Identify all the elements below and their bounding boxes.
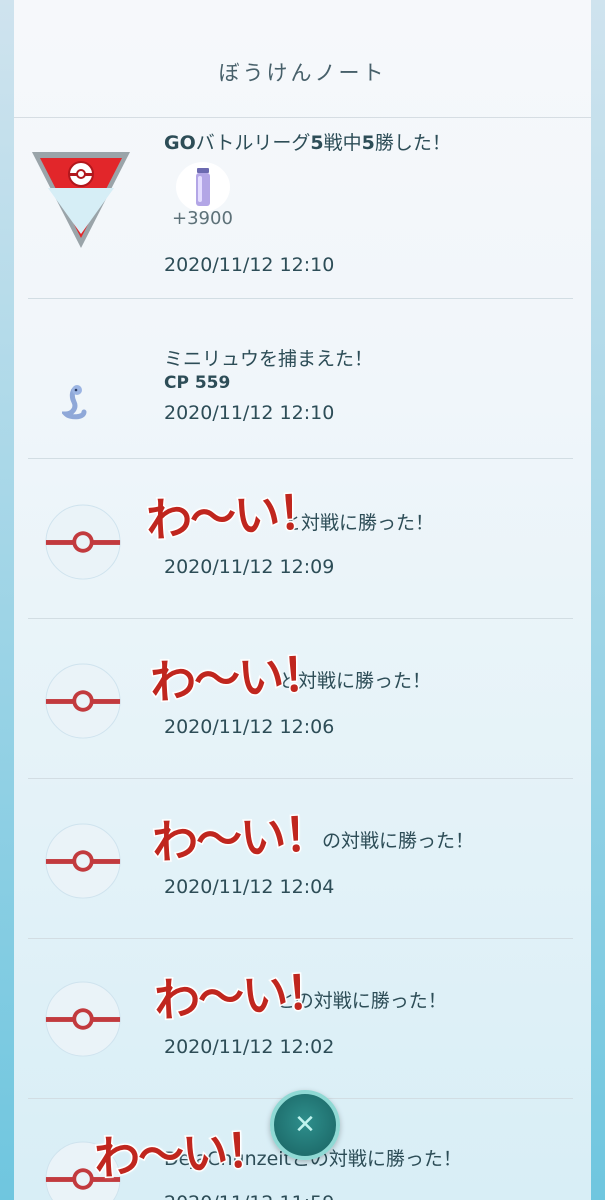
battle-league-badge-icon bbox=[32, 152, 130, 248]
entry-date: 2020/11/12 12:04 bbox=[164, 876, 335, 898]
dratini-icon bbox=[62, 385, 87, 420]
cp-value: CP 559 bbox=[164, 373, 231, 393]
entry-title: ミニリュウを捕まえた！ bbox=[164, 348, 374, 370]
journal-entry[interactable]: の対戦に勝った！ 2020/11/12 12:04 わ～い！ bbox=[14, 778, 591, 938]
journal-entry[interactable]: ミニリュウを捕まえた！ CP 559 2020/11/12 12:10 bbox=[14, 298, 591, 458]
scribble-overlay: わ～い！ bbox=[149, 805, 331, 871]
premier-ball-icon bbox=[45, 504, 121, 580]
journal-header: ぼうけんノート bbox=[14, 0, 591, 118]
entry-date: 2020/11/12 12:06 bbox=[164, 716, 335, 738]
entry-date: 2020/11/12 12:09 bbox=[164, 556, 335, 578]
journal-entry[interactable]: との対戦に勝った！ 2020/11/12 12:02 わ～い！ bbox=[14, 938, 591, 1098]
stardust-vial-icon bbox=[196, 168, 210, 206]
entry-date: 2020/11/12 12:10 bbox=[164, 402, 335, 424]
page-title: ぼうけんノート bbox=[218, 60, 387, 85]
entry-date: 2020/11/12 12:10 bbox=[164, 254, 335, 276]
scribble-overlay: わ～い！ bbox=[147, 645, 329, 711]
journal-entry[interactable]: と対戦に勝った！ 2020/11/12 12:06 わ～い！ bbox=[14, 618, 591, 778]
reward-icon-bg bbox=[176, 162, 230, 212]
entry-title: GOバトルリーグ5戦中5勝した！ bbox=[164, 132, 451, 154]
entry-date: 2020/11/12 11:59 bbox=[164, 1192, 334, 1200]
adventure-journal-panel: ぼうけんノート GOバトルリーグ5戦中5勝した！ +3900 2020/11/1… bbox=[14, 0, 591, 1200]
scribble-overlay: わ～い！ bbox=[143, 483, 325, 549]
scribble-overlay: わ～い！ bbox=[151, 963, 333, 1029]
reward-amount: +3900 bbox=[172, 208, 233, 229]
premier-ball-icon bbox=[45, 823, 121, 899]
journal-entry[interactable]: GOバトルリーグ5戦中5勝した！ +3900 2020/11/12 12:10 bbox=[14, 118, 591, 298]
entry-date: 2020/11/12 12:02 bbox=[164, 1036, 335, 1058]
entry-title: の対戦に勝った！ bbox=[322, 830, 475, 852]
premier-ball-icon bbox=[45, 981, 121, 1057]
premier-ball-icon bbox=[45, 663, 121, 739]
journal-entry[interactable]: と対戦に勝った！ 2020/11/12 12:09 わ～い！ bbox=[14, 458, 591, 618]
close-button[interactable]: ✕ bbox=[270, 1090, 340, 1160]
close-icon: ✕ bbox=[294, 1110, 316, 1140]
scribble-overlay: わ～い！ bbox=[91, 1121, 273, 1187]
